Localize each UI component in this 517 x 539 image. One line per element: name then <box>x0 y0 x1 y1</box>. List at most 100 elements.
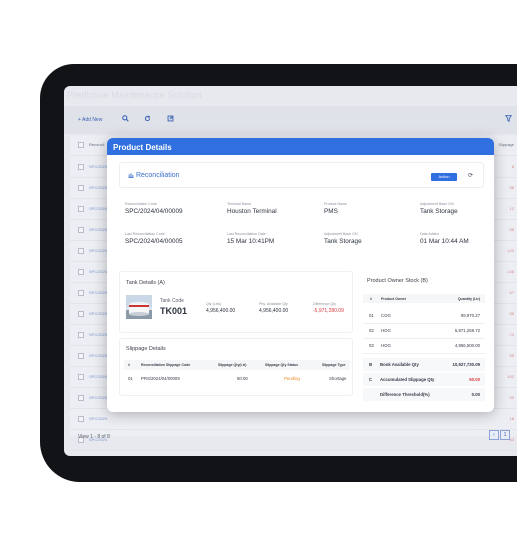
product-owner-stock-card: Product Owner Stock (B) # Product Owner … <box>361 271 485 403</box>
row-code: SPC/2024 <box>89 185 108 190</box>
table-row[interactable]: 01 PRS/2024/04/00009 50.00 Pending Short… <box>124 374 350 384</box>
prev-page-button[interactable]: ‹ <box>489 430 499 440</box>
action-button[interactable]: Action <box>431 173 457 181</box>
row-owner: HOG <box>381 328 391 333</box>
row-owner: COG <box>381 313 391 318</box>
col-slippage-code: Reconciliation Slippage Code <box>141 363 191 367</box>
metric-label: Qty (Ltrs) <box>206 302 221 306</box>
metric-label: Difference Qty <box>313 302 336 306</box>
field-adjustment-base-2: Adjustment Base ON Tank Storage <box>324 232 362 245</box>
col-no: # <box>128 363 130 367</box>
metric-value: -5,971,280.09 <box>313 308 344 314</box>
row-checkbox[interactable] <box>78 332 84 338</box>
field-value: SPC/2024/04/00005 <box>125 238 183 245</box>
modal-title: Product Details <box>107 138 494 155</box>
row-divider <box>363 323 485 324</box>
row-code: SPC/2024 <box>89 164 108 169</box>
modal-refresh-icon[interactable]: ⟳ <box>468 172 473 179</box>
summary-value: 50.00 <box>469 377 480 382</box>
row-slippage: 8 <box>511 164 514 169</box>
row-quantity: 4,956,500.00 <box>454 343 480 348</box>
metric-physical-qty: Phy. Available Qty 4,956,400.00 <box>259 302 288 314</box>
metric-qty: Qty (Ltrs) 4,956,400.00 <box>206 302 235 314</box>
row-checkbox[interactable] <box>78 395 84 401</box>
search-icon[interactable] <box>122 115 129 122</box>
summary-label: Accumulated Slippage Qty <box>380 377 435 382</box>
slippage-details-card: Slippage Details # Reconciliation Slippa… <box>119 338 353 396</box>
summary-row: C Accumulated Slippage Qty 50.00 <box>363 373 485 386</box>
row-checkbox[interactable] <box>78 353 84 359</box>
field-label: Adjustment Base ON <box>420 202 454 206</box>
row-slippage: 102 <box>507 374 514 379</box>
summary-label: Difference Threshold(%) <box>380 392 430 397</box>
row-divider <box>363 338 485 339</box>
field-label: Terminal Name <box>227 202 252 206</box>
tank-details-card: Tank Details (A) Tank Code TK001 Qty (Lt… <box>119 271 353 333</box>
summary-key: B <box>369 362 373 367</box>
field-label: Last Reconciliation Date <box>227 232 266 236</box>
field-label: Reconciliation Code <box>125 202 157 206</box>
summary-row: B Book Available Qty 10,927,730.09 <box>363 358 485 371</box>
field-value: 15 Mar 10:41PM <box>227 238 275 245</box>
reconciliation-title: Reconciliation <box>128 172 180 179</box>
toolbar: + Add New <box>64 106 517 134</box>
row-code: SPC/2024 <box>89 206 108 211</box>
row-code: SPC/2024 <box>89 269 108 274</box>
row-slippage: 120 <box>507 248 514 253</box>
tank-code-label: Tank Code <box>160 298 184 304</box>
metric-label: Phy. Available Qty <box>259 302 288 306</box>
tank-code-value: TK001 <box>160 306 188 316</box>
row-no: 01 <box>369 313 374 318</box>
field-label: Adjustment Base ON <box>324 232 358 236</box>
row-slippage: 90 <box>509 395 514 400</box>
refresh-icon[interactable] <box>144 115 151 122</box>
field-last-reconciliation-date: Last Reconciliation Date 15 Mar 10:41PM <box>227 232 274 245</box>
row-checkbox[interactable] <box>78 416 84 422</box>
row-code: SPC/2024 <box>89 332 108 337</box>
row-checkbox[interactable] <box>78 290 84 296</box>
row-checkbox[interactable] <box>78 227 84 233</box>
table-row[interactable]: 01 COG 99,970.27 <box>363 311 485 324</box>
table-row[interactable]: SPC/2024 18 <box>70 410 517 430</box>
field-label: Last Reconciliation Code <box>125 232 165 236</box>
row-checkbox[interactable] <box>78 269 84 275</box>
row-checkbox[interactable] <box>78 185 84 191</box>
row-checkbox[interactable] <box>78 311 84 317</box>
row-slippage: 43 <box>509 437 514 442</box>
filter-icon[interactable] <box>505 115 512 122</box>
summary-value: 10,927,730.09 <box>452 362 480 367</box>
add-new-button[interactable]: + Add New <box>78 117 102 123</box>
field-date-added: Date Added 01 Mar 10:44 AM <box>420 232 469 245</box>
summary-value: 0.00 <box>471 392 480 397</box>
owner-table-header: # Product Owner Quantity (Ltr) <box>363 294 485 303</box>
table-row[interactable]: 03 HOG 4,956,500.00 <box>363 341 485 354</box>
tank-details-title: Tank Details (A) <box>126 280 165 286</box>
pagination-info: View 1 - 8 of 8 <box>78 434 110 440</box>
row-checkbox[interactable] <box>78 206 84 212</box>
col-slippage-qty: Slippage Qty(Ltr) <box>218 363 247 367</box>
slippage-table-header: # Reconciliation Slippage Code Slippage … <box>124 360 350 370</box>
summary-label: Book Available Qty <box>380 362 419 367</box>
reconciliation-label: Reconciliation <box>135 172 180 179</box>
row-checkbox[interactable] <box>78 164 84 170</box>
table-row[interactable]: 02 HOG 5,871,259.72 <box>363 326 485 339</box>
export-icon[interactable] <box>167 115 174 122</box>
select-all-checkbox[interactable] <box>78 142 84 148</box>
page-1-button[interactable]: 1 <box>500 430 510 440</box>
row-qty: 50.00 <box>237 376 248 381</box>
row-slippage: 55 <box>509 353 514 358</box>
row-code: SPC/2024 <box>89 311 108 316</box>
field-reconciliation-code: Reconciliation Code SPC/2024/04/00009 <box>125 202 183 215</box>
column-header-code: Reconcil <box>89 142 105 147</box>
product-details-modal: Product Details Reconciliation Action ⟳ … <box>107 138 494 412</box>
row-quantity: 99,970.27 <box>460 313 480 318</box>
table-row[interactable]: SPC/2024 43 <box>70 431 517 451</box>
row-no: 03 <box>369 343 374 348</box>
field-value: Tank Storage <box>420 208 458 215</box>
row-checkbox[interactable] <box>78 248 84 254</box>
reconciliation-icon <box>128 173 134 178</box>
row-type: Shortage <box>329 376 347 381</box>
row-slippage: 88 <box>509 227 514 232</box>
row-checkbox[interactable] <box>78 374 84 380</box>
col-no: # <box>370 297 372 301</box>
